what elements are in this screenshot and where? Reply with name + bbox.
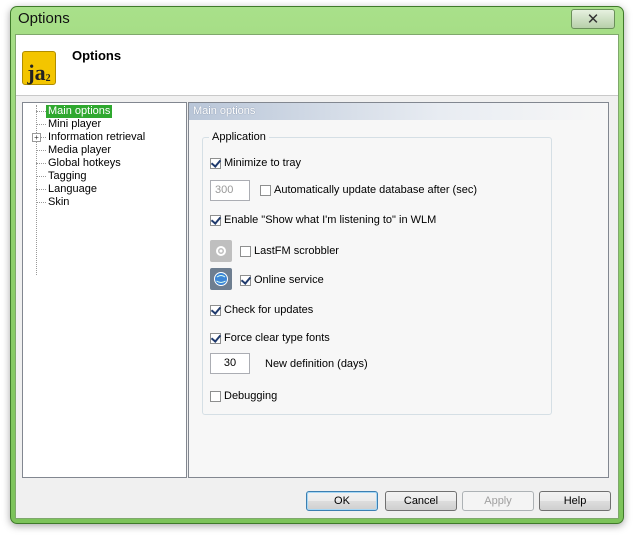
tree-connector (36, 163, 46, 164)
globe-icon (210, 268, 232, 290)
check-updates-label: Check for updates (224, 304, 314, 316)
debugging-checkbox[interactable] (210, 390, 221, 402)
tree-connector (36, 189, 46, 190)
apply-button: Apply (462, 491, 534, 511)
auto-update-option[interactable]: Automatically update database after (sec… (260, 184, 477, 196)
tree-item-mini-player[interactable]: Mini player (46, 118, 103, 131)
tree-connector (36, 150, 46, 151)
online-service-label: Online service (254, 274, 324, 286)
tree-item-main-options[interactable]: Main options (46, 105, 113, 118)
app-logo-icon: ja 2 (22, 51, 56, 85)
tree-item-media-player[interactable]: Media player (46, 144, 113, 157)
online-service-option[interactable]: Online service (240, 274, 324, 286)
check-updates-checkbox[interactable] (210, 304, 221, 316)
close-button[interactable]: ✕ (571, 9, 615, 29)
help-button[interactable]: Help (539, 491, 611, 511)
check-updates-option[interactable]: Check for updates (210, 304, 313, 316)
panel-heading: Main options (189, 103, 608, 120)
tree-connector (36, 124, 46, 125)
minimize-to-tray-label: Minimize to tray (224, 157, 302, 169)
auto-update-label: Automatically update database after (sec… (274, 184, 478, 196)
options-window: Options ✕ ja 2 Options + Main options Min… (10, 6, 624, 524)
debugging-option[interactable]: Debugging (210, 390, 277, 402)
show-listening-checkbox[interactable] (210, 214, 221, 226)
tree-item-language[interactable]: Language (46, 183, 99, 196)
tree-item-tagging[interactable]: Tagging (46, 170, 89, 183)
tree-connector (36, 202, 46, 203)
new-definition-row: New definition (days) (265, 358, 368, 370)
gear-icon (210, 240, 232, 262)
new-definition-label: New definition (days) (265, 358, 368, 370)
dialog-header: ja 2 Options (16, 35, 618, 96)
button-bar: OK Cancel Apply Help (16, 476, 618, 518)
new-definition-field[interactable]: 30 (210, 353, 250, 374)
lastfm-checkbox[interactable] (240, 245, 251, 257)
debugging-label: Debugging (224, 390, 278, 402)
show-listening-label: Enable "Show what I'm listening to" in W… (224, 214, 437, 226)
ok-button[interactable]: OK (306, 491, 378, 511)
clear-type-checkbox[interactable] (210, 332, 221, 344)
minimize-to-tray-checkbox[interactable] (210, 157, 221, 169)
tree-connector (36, 176, 46, 177)
main-options-panel: Main options Application Minimize to tra… (188, 102, 609, 478)
tree-item-global-hotkeys[interactable]: Global hotkeys (46, 157, 123, 170)
tree-connector (36, 111, 46, 112)
options-tree[interactable]: + Main options Mini player Information r… (22, 102, 187, 478)
show-listening-option[interactable]: Enable "Show what I'm listening to" in W… (210, 214, 436, 226)
group-label: Application (209, 131, 269, 143)
window-title: Options (18, 10, 70, 27)
tree-item-information-retrieval[interactable]: Information retrieval (46, 131, 147, 144)
update-interval-field[interactable]: 300 (210, 180, 250, 201)
online-service-checkbox[interactable] (240, 274, 251, 286)
lastfm-option[interactable]: LastFM scrobbler (240, 245, 339, 257)
dialog-body: + Main options Mini player Information r… (16, 96, 618, 518)
cancel-button[interactable]: Cancel (385, 491, 457, 511)
dialog-client: ja 2 Options + Main options Mini player I… (15, 34, 619, 519)
tree-connector (36, 105, 37, 275)
tree-expander-icon[interactable]: + (32, 133, 41, 142)
close-icon: ✕ (586, 11, 600, 28)
clear-type-option[interactable]: Force clear type fonts (210, 332, 330, 344)
header-title: Options (72, 48, 122, 63)
tree-item-skin[interactable]: Skin (46, 196, 71, 209)
auto-update-checkbox[interactable] (260, 184, 271, 196)
minimize-to-tray-option[interactable]: Minimize to tray (210, 157, 301, 169)
lastfm-label: LastFM scrobbler (254, 245, 339, 257)
clear-type-label: Force clear type fonts (224, 332, 330, 344)
